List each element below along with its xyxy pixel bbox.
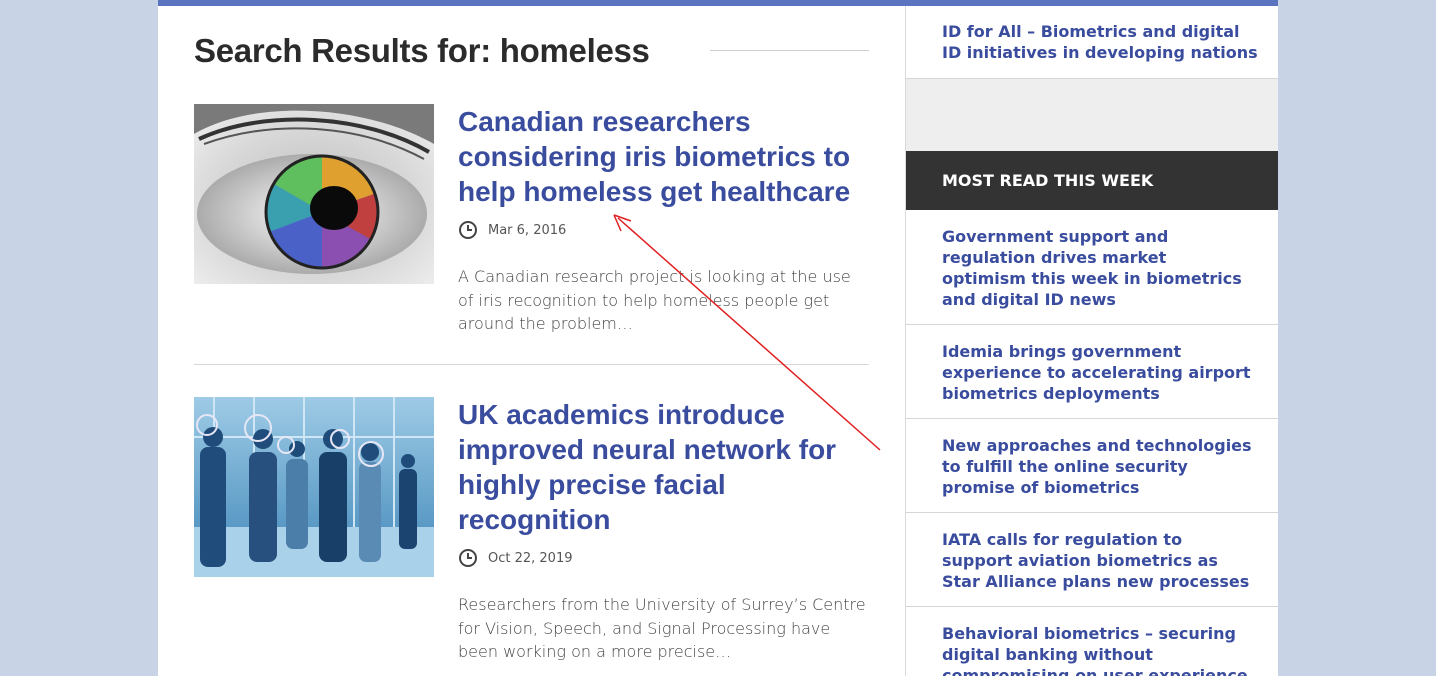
most-read-item: New approaches and technologies to fulfi… [906, 419, 1278, 513]
clock-icon [459, 549, 477, 567]
article-excerpt: A Canadian research project is looking a… [458, 267, 851, 333]
most-read-header: MOST READ THIS WEEK [906, 151, 1278, 210]
article-body: UK academics introduce improved neural n… [458, 397, 869, 664]
article-date-text: Mar 6, 2016 [488, 222, 567, 238]
sidebar: ID for All – Biometrics and digital ID i… [905, 6, 1278, 676]
facial-recognition-crowd-image [194, 397, 434, 577]
most-read-list: Government support and regulation drives… [906, 210, 1278, 676]
most-read-heading: MOST READ THIS WEEK [942, 171, 1154, 190]
most-read-link[interactable]: IATA calls for regulation to support avi… [942, 529, 1252, 592]
ad-placeholder [906, 79, 1278, 151]
title-divider [710, 50, 869, 51]
search-results-main: Search Results for: homeless Canadian re… [158, 6, 905, 676]
search-result-item: Canadian researchers considering iris bi… [194, 104, 869, 334]
most-read-item: Idemia brings government experience to a… [906, 325, 1278, 419]
article-excerpt: Researchers from the University of Surre… [458, 595, 866, 661]
article-title-link[interactable]: UK academics introduce improved neural n… [458, 397, 869, 537]
most-read-link[interactable]: Idemia brings government experience to a… [942, 341, 1252, 404]
sidebar-featured: ID for All – Biometrics and digital ID i… [906, 6, 1278, 79]
most-read-item: Behavioral biometrics – securing digital… [906, 607, 1278, 676]
article-body: Canadian researchers considering iris bi… [458, 104, 869, 336]
article-date-text: Oct 22, 2019 [488, 550, 573, 566]
article-date: Oct 22, 2019 [458, 547, 869, 569]
most-read-item: Government support and regulation drives… [906, 210, 1278, 325]
article-date: Mar 6, 2016 [458, 219, 869, 241]
article-title-link[interactable]: Canadian researchers considering iris bi… [458, 104, 869, 209]
clock-icon [459, 221, 477, 239]
article-thumbnail[interactable] [194, 397, 434, 577]
most-read-link[interactable]: Government support and regulation drives… [942, 226, 1252, 310]
page-title: Search Results for: homeless [194, 32, 650, 69]
most-read-item: IATA calls for regulation to support avi… [906, 513, 1278, 607]
most-read-link[interactable]: Behavioral biometrics – securing digital… [942, 623, 1252, 676]
article-thumbnail[interactable] [194, 104, 434, 284]
page: Search Results for: homeless Canadian re… [158, 0, 1278, 676]
search-result-item: UK academics introduce improved neural n… [194, 397, 869, 676]
iris-eye-image [194, 104, 434, 284]
sidebar-featured-link[interactable]: ID for All – Biometrics and digital ID i… [942, 21, 1262, 63]
result-divider [194, 364, 869, 365]
most-read-link[interactable]: New approaches and technologies to fulfi… [942, 435, 1252, 498]
